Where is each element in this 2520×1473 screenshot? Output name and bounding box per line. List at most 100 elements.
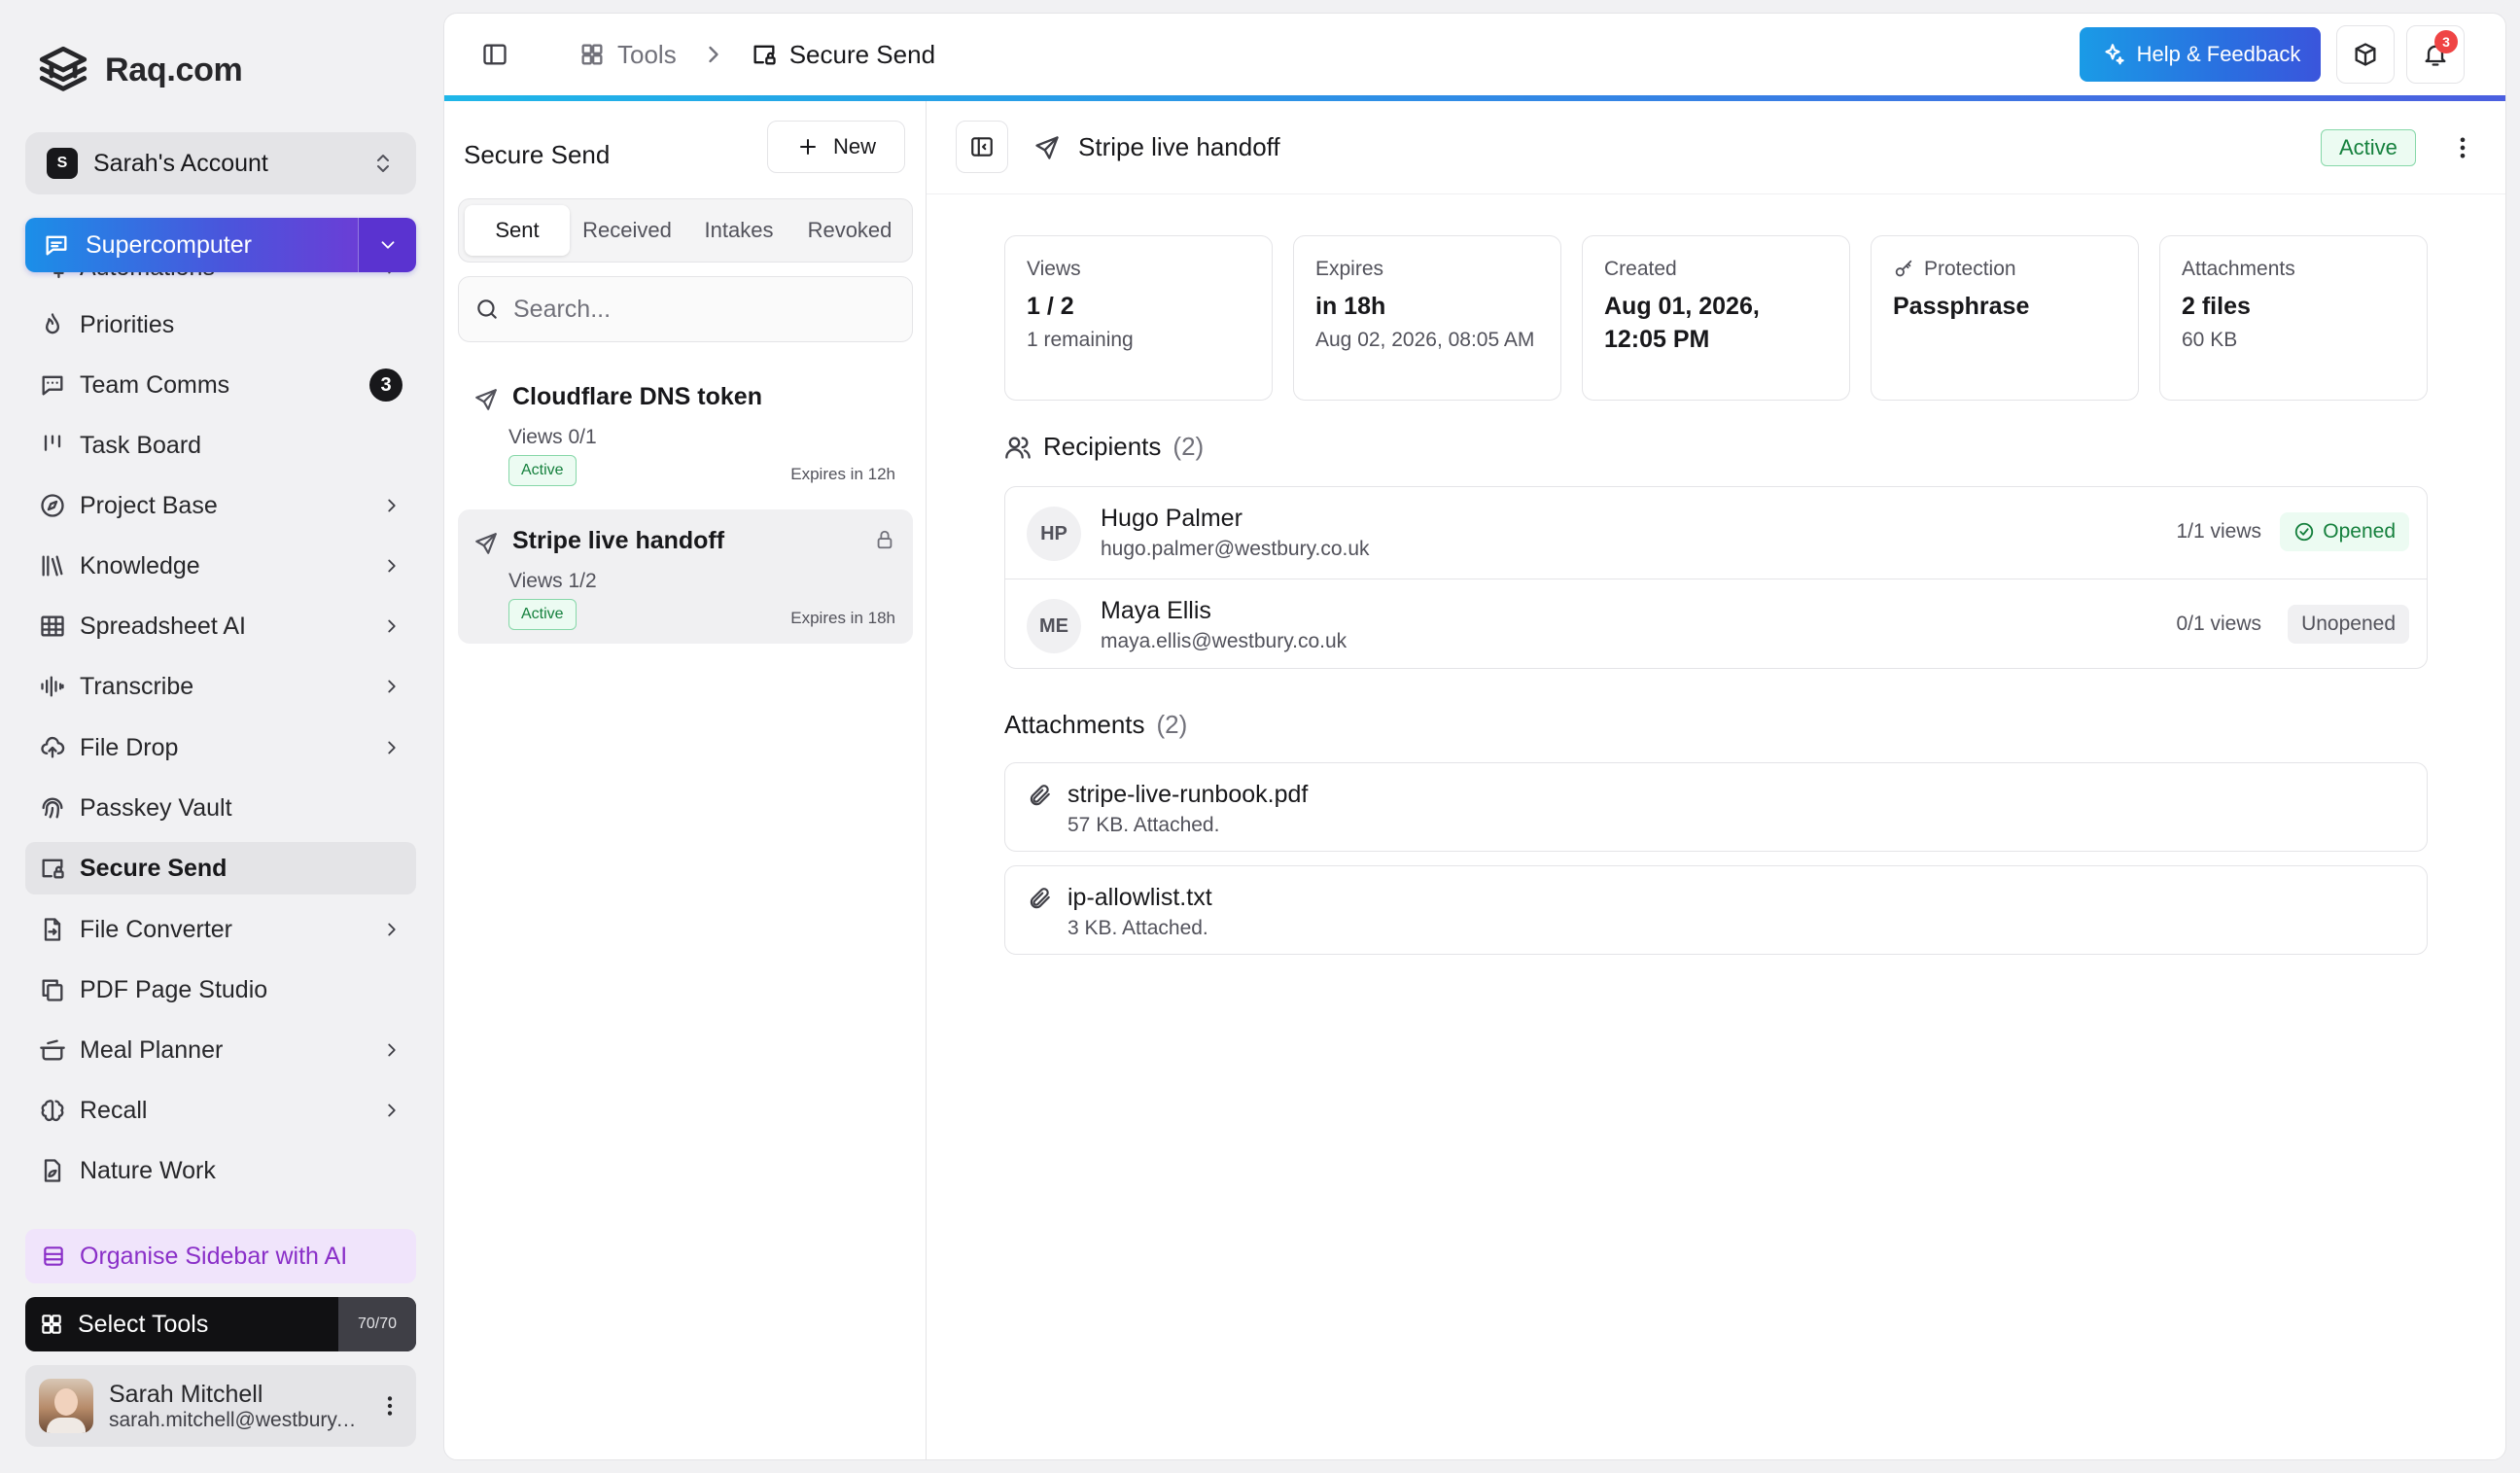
chevron-right-icon — [381, 615, 402, 637]
help-feedback-button[interactable]: Help & Feedback — [2080, 27, 2321, 82]
sidebar-item-label: File Drop — [80, 733, 179, 761]
detail-title-text: Stripe live handoff — [1078, 132, 1280, 161]
organise-sidebar-button[interactable]: Organise Sidebar with AI — [25, 1229, 416, 1283]
kanban-icon — [39, 432, 66, 459]
sidebar: Raq.com S Sarah's Account Supercomputer … — [0, 0, 438, 1473]
chat-square-icon — [43, 231, 70, 259]
sidebar-item-team-comms[interactable]: Team Comms 3 — [25, 359, 416, 411]
select-tools-button[interactable]: Select Tools 70/70 — [25, 1297, 416, 1351]
grid-icon — [39, 613, 66, 640]
lock-icon — [874, 529, 895, 550]
stat-value: 2 files — [2182, 293, 2251, 320]
list-item[interactable]: Stripe live handoff Views 1/2 Active Exp… — [458, 509, 913, 644]
sidebar-item-nature-work[interactable]: Nature Work — [25, 1144, 416, 1197]
stat-label: Expires — [1315, 258, 1384, 280]
sidebar-item-meal-planner[interactable]: Meal Planner — [25, 1024, 416, 1076]
recipient-email: hugo.palmer@westbury.co.uk — [1101, 538, 1370, 560]
more-vertical-icon[interactable] — [377, 1393, 402, 1419]
sidebar-item-pdf-page-studio[interactable]: PDF Page Studio — [25, 964, 416, 1016]
sidebar-item-label: PDF Page Studio — [80, 975, 268, 1003]
sidebar-item-transcribe[interactable]: Transcribe — [25, 660, 416, 713]
sidebar-toggle-icon[interactable] — [481, 41, 508, 68]
paperclip-icon — [1027, 783, 1052, 808]
secure-send-detail: Stripe live handoff Active Views 1 / 2 1… — [927, 101, 2505, 1459]
leaf-picture-icon — [39, 1157, 66, 1184]
notification-badge: 3 — [2434, 30, 2458, 53]
sidebar-item-automations[interactable]: Automations — [25, 272, 416, 294]
supercomputer-button[interactable]: Supercomputer — [25, 218, 358, 272]
secure-send-icon — [751, 41, 778, 68]
breadcrumb-current: Secure Send — [751, 40, 935, 70]
list-item-title: Stripe live handoff — [512, 527, 725, 554]
sidebar-item-spreadsheet-ai[interactable]: Spreadsheet AI — [25, 600, 416, 652]
list-item-expiry: Expires in 12h — [790, 465, 895, 483]
check-circle-icon — [2293, 521, 2315, 543]
send-icon — [1033, 134, 1061, 161]
status-badge: Unopened — [2288, 605, 2409, 644]
sidebar-item-project-base[interactable]: Project Base — [25, 479, 416, 532]
sidebar-item-file-converter[interactable]: File Converter — [25, 903, 416, 956]
list-item[interactable]: Cloudflare DNS token Views 0/1 Active Ex… — [458, 366, 913, 500]
chevron-right-icon — [381, 676, 402, 697]
recipient-row[interactable]: HP Hugo Palmer hugo.palmer@westbury.co.u… — [1005, 487, 2427, 579]
supercomputer-label: Supercomputer — [86, 230, 252, 259]
user-profile[interactable]: Sarah Mitchell sarah.mitchell@westbury.c… — [25, 1365, 416, 1447]
search-icon — [474, 297, 500, 322]
stat-label: Attachments — [2182, 258, 2295, 280]
select-tools-label: Select Tools — [78, 1310, 209, 1338]
new-send-button[interactable]: New — [767, 121, 905, 173]
more-vertical-icon[interactable] — [2449, 134, 2476, 161]
sidebar-item-label: Recall — [80, 1096, 148, 1124]
sidebar-item-label: Nature Work — [80, 1156, 216, 1184]
search-input[interactable] — [513, 295, 896, 324]
recipient-row[interactable]: ME Maya Ellis maya.ellis@westbury.co.uk … — [1005, 579, 2427, 668]
supercomputer-dropdown[interactable] — [358, 218, 416, 272]
tab-intakes[interactable]: Intakes — [684, 205, 793, 256]
sidebar-item-secure-send[interactable]: Secure Send — [25, 842, 416, 894]
recipients-title: Recipients — [1043, 432, 1162, 461]
sidebar-item-recall[interactable]: Recall — [25, 1084, 416, 1137]
chevron-right-icon — [381, 919, 402, 940]
chevron-right-icon — [381, 555, 402, 577]
attachment-item[interactable]: ip-allowlist.txt 3 KB. Attached. — [1004, 865, 2428, 955]
chevron-down-icon — [377, 234, 399, 256]
attachment-name: ip-allowlist.txt — [1068, 884, 1212, 911]
sidebar-item-task-board[interactable]: Task Board — [25, 419, 416, 472]
library-icon — [39, 552, 66, 579]
breadcrumb-tools[interactable]: Tools — [578, 40, 677, 70]
waveform-icon — [39, 673, 66, 700]
recipient-name: Hugo Palmer — [1101, 505, 1242, 532]
tab-received[interactable]: Received — [570, 205, 684, 256]
sparkles-icon — [2100, 42, 2125, 67]
sidebar-item-passkey-vault[interactable]: Passkey Vault — [25, 782, 416, 834]
sidebar-item-priorities[interactable]: Priorities — [25, 298, 416, 351]
account-name: Sarah's Account — [93, 149, 268, 177]
sidebar-item-label: Spreadsheet AI — [80, 612, 246, 640]
avatar: ME — [1027, 599, 1081, 653]
cube-button[interactable] — [2336, 25, 2395, 84]
stat-sub: 60 KB — [2182, 328, 2238, 351]
sidebar-item-knowledge[interactable]: Knowledge — [25, 540, 416, 592]
recipients-heading: Recipients (2) — [1004, 432, 1204, 462]
stat-value: 1 / 2 — [1027, 293, 1074, 320]
status-badge: Opened — [2280, 512, 2409, 551]
new-send-label: New — [832, 134, 876, 158]
sidebar-item-file-drop[interactable]: File Drop — [25, 721, 416, 774]
list-item-title: Cloudflare DNS token — [512, 383, 762, 410]
breadcrumb-current-label: Secure Send — [788, 39, 936, 69]
key-icon — [1893, 259, 1914, 280]
send-icon — [473, 387, 499, 412]
attachment-item[interactable]: stripe-live-runbook.pdf 57 KB. Attached. — [1004, 762, 2428, 852]
tab-revoked[interactable]: Revoked — [793, 205, 906, 256]
notifications-button[interactable]: 3 — [2406, 25, 2465, 84]
tab-sent[interactable]: Sent — [465, 205, 570, 256]
brand[interactable]: Raq.com — [35, 39, 243, 101]
recipients-list: HP Hugo Palmer hugo.palmer@westbury.co.u… — [1004, 486, 2428, 669]
recipients-count: (2) — [1172, 432, 1205, 461]
sidebar-item-label: Passkey Vault — [80, 793, 232, 822]
cloud-upload-icon — [39, 734, 66, 761]
account-switcher[interactable]: S Sarah's Account — [25, 132, 416, 194]
attachments-title: Attachments — [1004, 710, 1145, 739]
collapse-list-button[interactable] — [956, 121, 1008, 173]
brain-icon — [39, 1097, 66, 1124]
